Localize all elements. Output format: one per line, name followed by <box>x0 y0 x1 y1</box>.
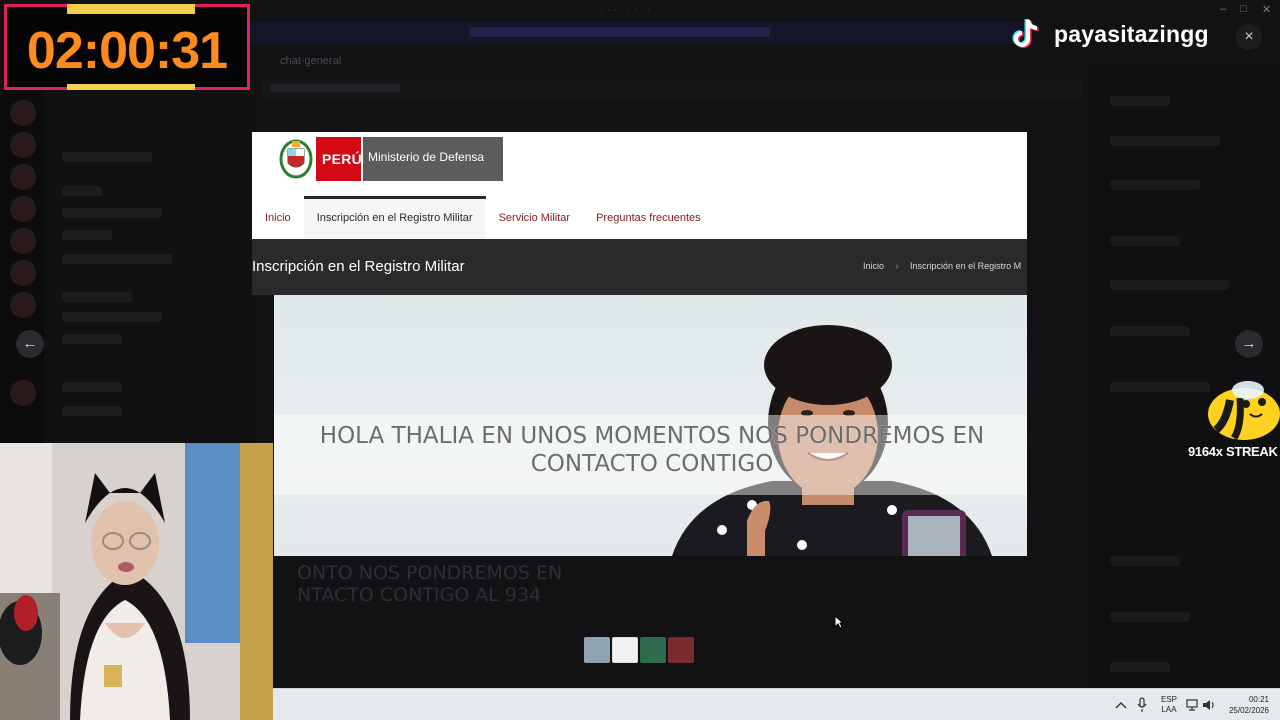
minimize-icon[interactable]: – <box>1220 3 1226 15</box>
breadcrumb-separator: › <box>895 261 899 271</box>
page-title-band: Inscripción en el Registro Militar Inici… <box>252 239 1027 295</box>
notice-text <box>470 27 770 37</box>
nav-item-preguntas-frecuentes[interactable]: Preguntas frecuentes <box>583 196 714 239</box>
clock-date: 25/02/2026 <box>1228 706 1269 715</box>
bee-icon <box>1208 381 1280 440</box>
window-close-icon[interactable]: ✕ <box>1262 3 1271 16</box>
countdown-timer: 02:00:31 <box>4 4 250 90</box>
member-row[interactable] <box>1110 96 1170 106</box>
keyboard-layout: LAA <box>1161 705 1177 714</box>
system-clock[interactable]: 00:21 25/02/2026 <box>1223 694 1269 716</box>
close-viewer-button[interactable]: × <box>1236 24 1262 50</box>
background-message: ONTO NOS PONDREMOS EN NTACTO CONTIGO AL … <box>297 562 562 606</box>
nav-item-registro-militar[interactable]: Inscripción en el Registro Militar <box>303 196 486 239</box>
server-icon[interactable] <box>10 260 36 286</box>
timer-accent-bar <box>67 84 195 90</box>
member-row[interactable] <box>1110 662 1170 672</box>
channel-row[interactable] <box>62 186 102 196</box>
microphone-icon[interactable] <box>1137 697 1147 713</box>
channel-row[interactable] <box>62 292 132 302</box>
member-row[interactable] <box>1110 180 1200 190</box>
timer-accent-bar <box>67 4 195 14</box>
channel-row[interactable] <box>62 254 172 264</box>
site-nav: Inicio Inscripción en el Registro Milita… <box>252 196 714 239</box>
member-row[interactable] <box>1110 236 1180 246</box>
hero-banner: HOLA THALIA EN UNOS MOMENTOS NOS PONDREM… <box>252 295 1027 556</box>
logo-country: PERÚ <box>316 137 362 181</box>
channel-row[interactable] <box>62 406 122 416</box>
clock-time: 00:21 <box>1248 695 1269 704</box>
image-thumbnails <box>584 637 694 663</box>
breadcrumb-item: Inscripción en el Registro M <box>910 261 1022 271</box>
thumbnail-image[interactable] <box>584 637 610 663</box>
hero-message: HOLA THALIA EN UNOS MOMENTOS NOS PONDREM… <box>319 423 985 477</box>
taskbar: ESP LAA 00:21 25/02/2026 <box>273 688 1280 720</box>
channel-name: chat-general <box>280 55 342 67</box>
logo-ministry-name: Ministerio de Defensa <box>361 137 503 181</box>
member-row[interactable] <box>1110 556 1180 566</box>
volume-icon[interactable] <box>1202 699 1216 711</box>
previous-image-button[interactable]: ← <box>16 330 44 358</box>
stream-screen: · · · · · · · · – □ ✕ chat-general ONTO … <box>0 0 1280 720</box>
tiktok-username: payasitazingg <box>1054 20 1209 47</box>
ministry-logo[interactable]: PERÚ Ministerio de Defensa <box>278 137 503 181</box>
member-row[interactable] <box>1110 280 1230 290</box>
streak-count: 9164x STREAK <box>1188 444 1278 459</box>
tiktok-icon <box>1008 16 1044 52</box>
website-screenshot: PERÚ Ministerio de Defensa Inicio Inscri… <box>252 132 1027 556</box>
nav-item-inicio[interactable]: Inicio <box>252 196 304 239</box>
server-icon[interactable] <box>10 164 36 190</box>
background-message-line: ONTO NOS PONDREMOS EN <box>297 562 563 584</box>
member-row[interactable] <box>1110 326 1190 336</box>
channel-row[interactable] <box>62 382 122 392</box>
maximize-icon[interactable]: □ <box>1240 3 1247 15</box>
server-icon[interactable] <box>10 100 36 126</box>
next-image-button[interactable]: → <box>1235 330 1263 358</box>
channel-banner-text <box>270 84 400 92</box>
coat-of-arms-icon <box>278 137 314 181</box>
channel-row[interactable] <box>62 312 162 322</box>
member-row[interactable] <box>1110 612 1190 622</box>
channel-row[interactable] <box>62 152 152 162</box>
thumbnail-image[interactable] <box>640 637 666 663</box>
channel-row[interactable] <box>62 334 122 344</box>
language-code: ESP <box>1161 695 1178 704</box>
input-language[interactable]: ESP LAA <box>1161 695 1177 715</box>
channel-row[interactable] <box>62 230 112 240</box>
page-title: Inscripción en el Registro Militar <box>252 258 465 275</box>
network-icon[interactable] <box>1186 699 1198 711</box>
site-header: PERÚ Ministerio de Defensa Inicio Inscri… <box>252 132 1027 239</box>
streak-badge: 9164x STREAK <box>1188 380 1280 462</box>
channel-row[interactable] <box>62 208 162 218</box>
server-icon[interactable] <box>10 380 36 406</box>
thumbnail-image[interactable] <box>668 637 694 663</box>
window-title: · · · · · · · · <box>600 4 651 16</box>
server-icon[interactable] <box>10 292 36 318</box>
server-icon[interactable] <box>10 132 36 158</box>
channel-sidebar <box>44 90 254 450</box>
breadcrumb: Inicio › Inscripción en el Registro M <box>863 261 1021 271</box>
server-icon[interactable] <box>10 228 36 254</box>
nav-item-servicio-militar[interactable]: Servicio Militar <box>486 196 584 239</box>
mouse-cursor-icon <box>834 615 844 629</box>
webcam-feed <box>0 443 273 720</box>
thumbnail-image[interactable] <box>612 637 638 663</box>
server-icon[interactable] <box>10 196 36 222</box>
streamer-camera-image <box>0 443 273 720</box>
breadcrumb-item[interactable]: Inicio <box>863 261 884 271</box>
member-row[interactable] <box>1110 136 1220 146</box>
tiktok-handle: payasitazingg <box>1008 14 1209 54</box>
background-message-line: NTACTO CONTIGO AL 934 <box>297 584 542 606</box>
chevron-up-icon[interactable] <box>1115 700 1127 710</box>
timer-value: 02:00:31 <box>26 22 228 80</box>
